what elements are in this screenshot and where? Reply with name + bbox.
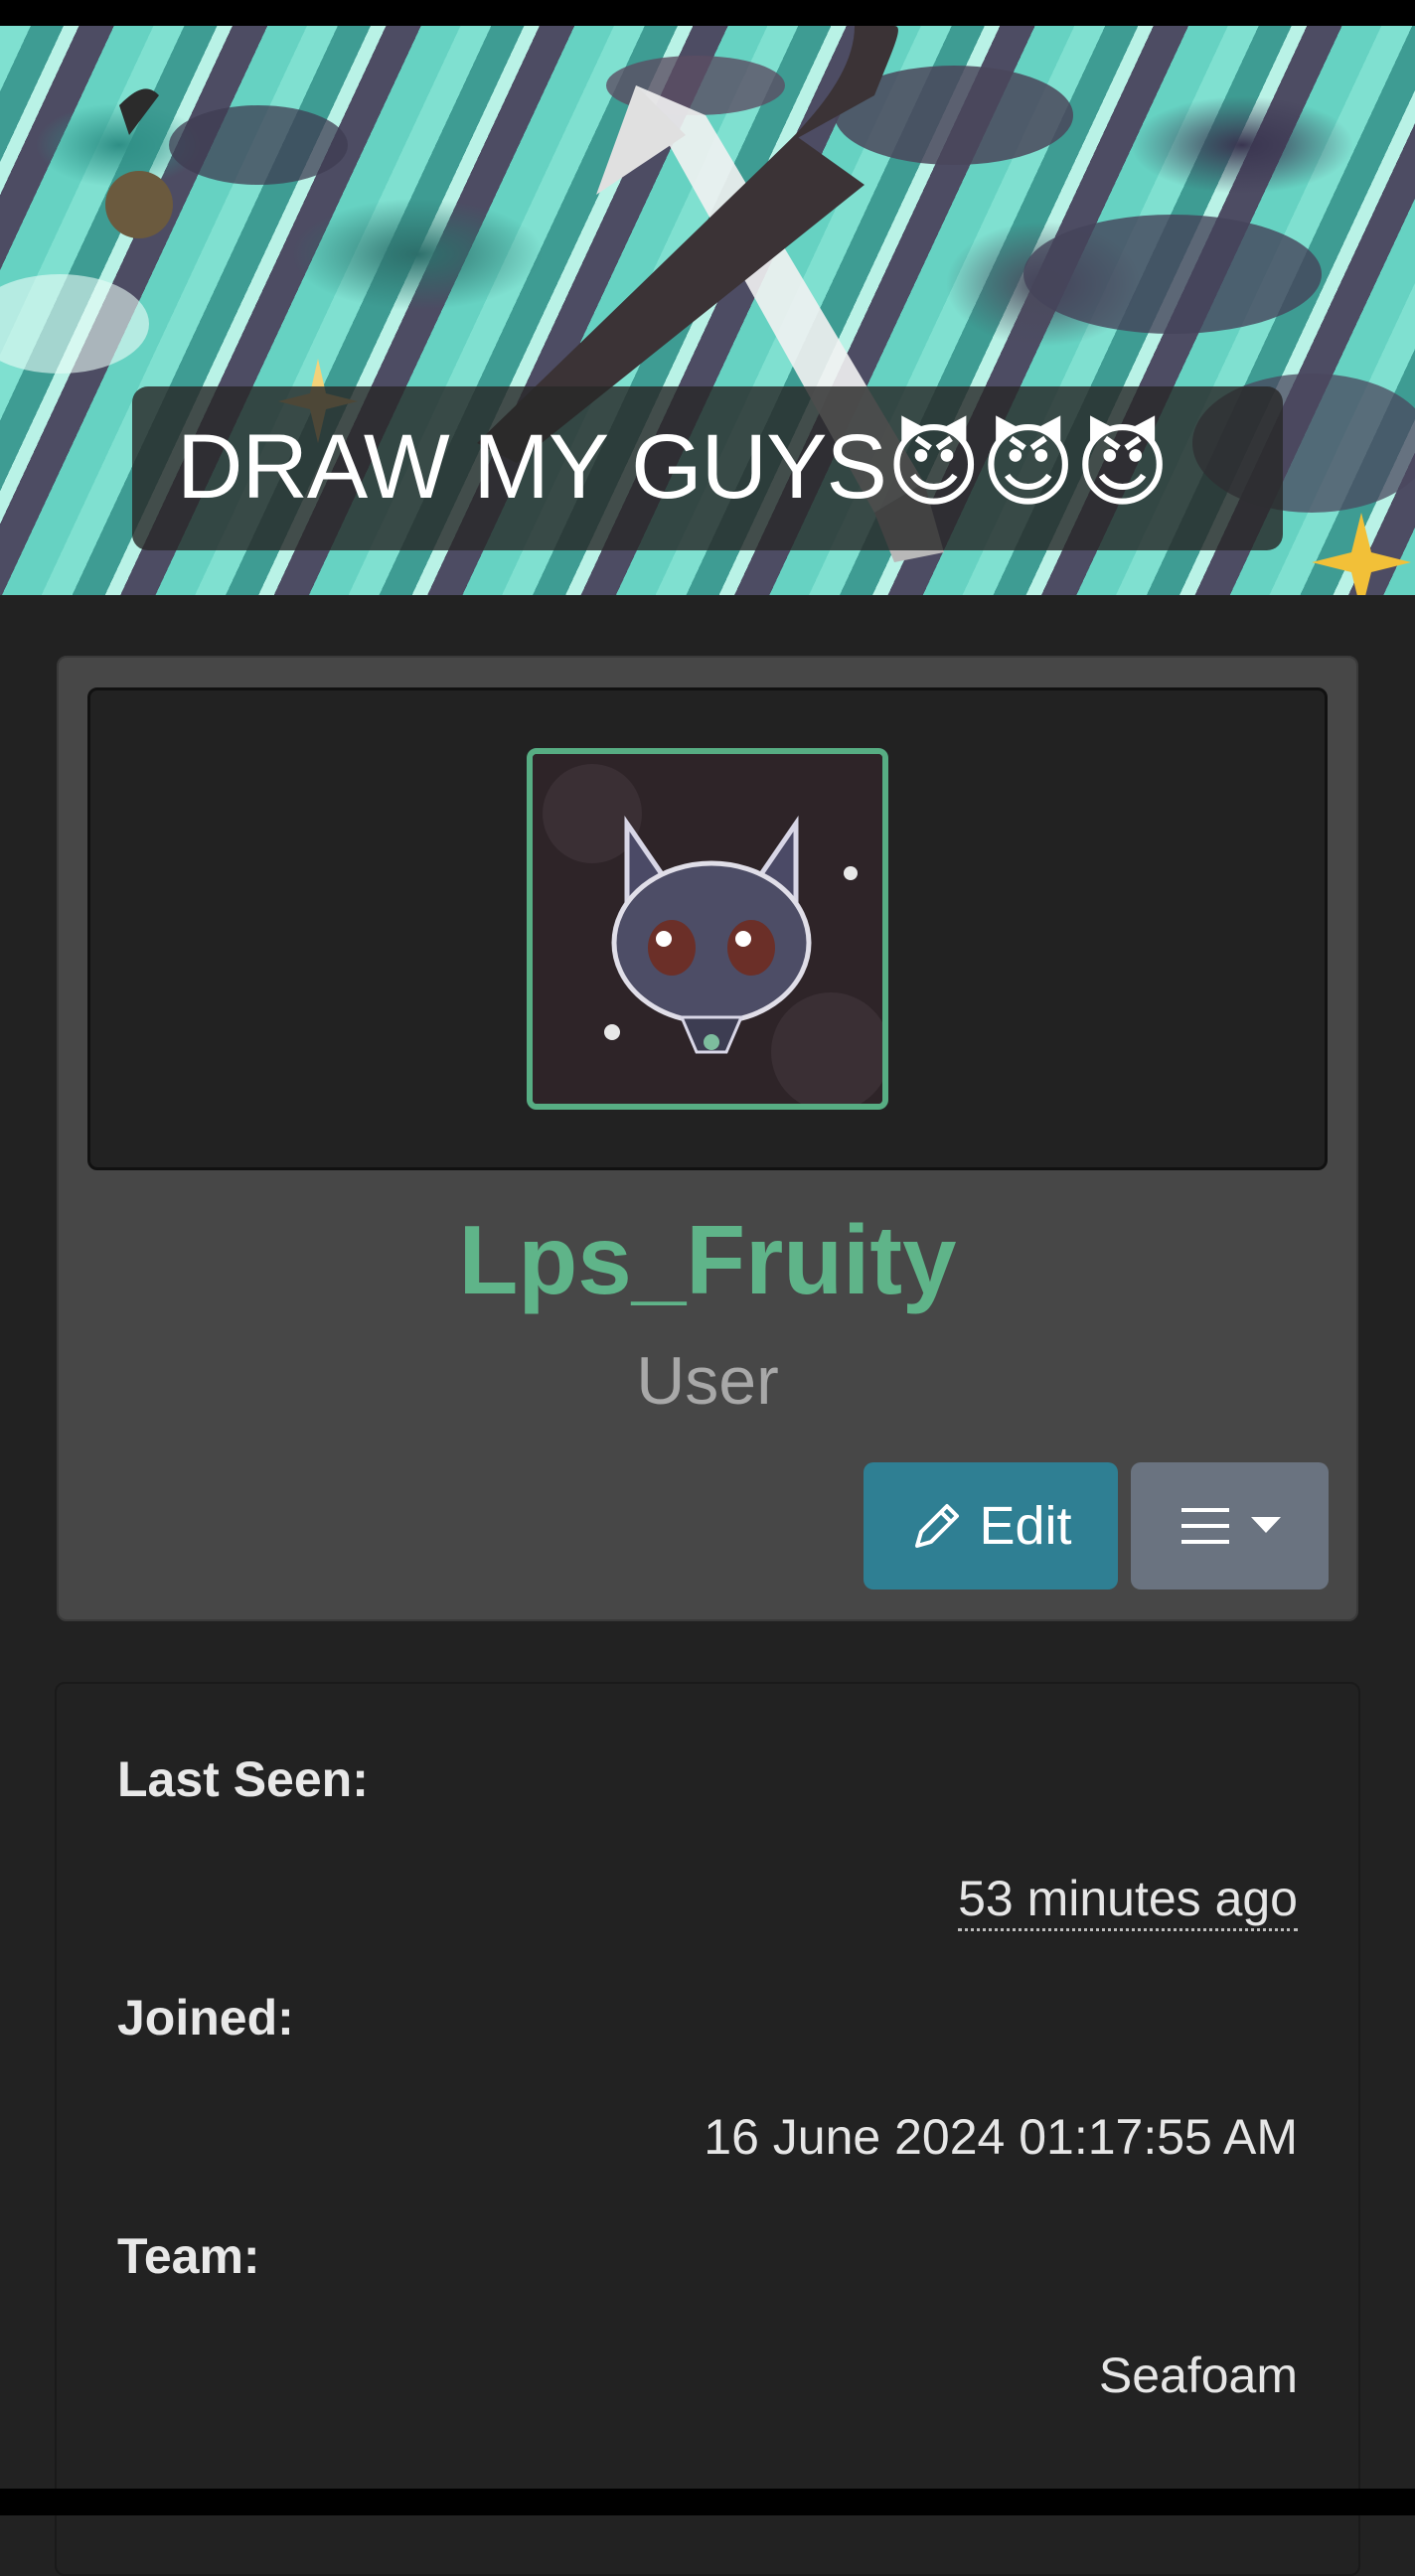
banner-title: DRAW MY GUYS😈😈😈 bbox=[177, 416, 1171, 518]
team-value: Seafoam bbox=[1098, 2348, 1298, 2403]
bottom-bar bbox=[0, 2489, 1415, 2515]
cat-avatar-image bbox=[533, 754, 882, 1104]
status-bar bbox=[0, 0, 1415, 26]
last-seen-text: 53 minutes ago bbox=[958, 1871, 1298, 1931]
profile-banner: DRAW MY GUYS😈😈😈 bbox=[0, 26, 1415, 595]
hamburger-icon bbox=[1180, 1508, 1229, 1544]
last-seen-value[interactable]: 53 minutes ago bbox=[958, 1870, 1298, 1931]
joined-label: Joined: bbox=[117, 1990, 294, 2046]
avatar[interactable] bbox=[527, 748, 888, 1110]
team-label: Team: bbox=[117, 2228, 260, 2284]
last-seen-label: Last Seen: bbox=[117, 1751, 369, 1807]
menu-dropdown-button[interactable] bbox=[1131, 1462, 1329, 1590]
caret-down-icon bbox=[1250, 1517, 1281, 1533]
username: Lps_Fruity bbox=[458, 1205, 957, 1314]
joined-value: 16 June 2024 01:17:55 AM bbox=[704, 2109, 1298, 2165]
edit-button-label: Edit bbox=[979, 1496, 1072, 1556]
pencil-icon bbox=[915, 1504, 960, 1548]
edit-button[interactable]: Edit bbox=[864, 1462, 1118, 1590]
user-role: User bbox=[636, 1343, 779, 1419]
